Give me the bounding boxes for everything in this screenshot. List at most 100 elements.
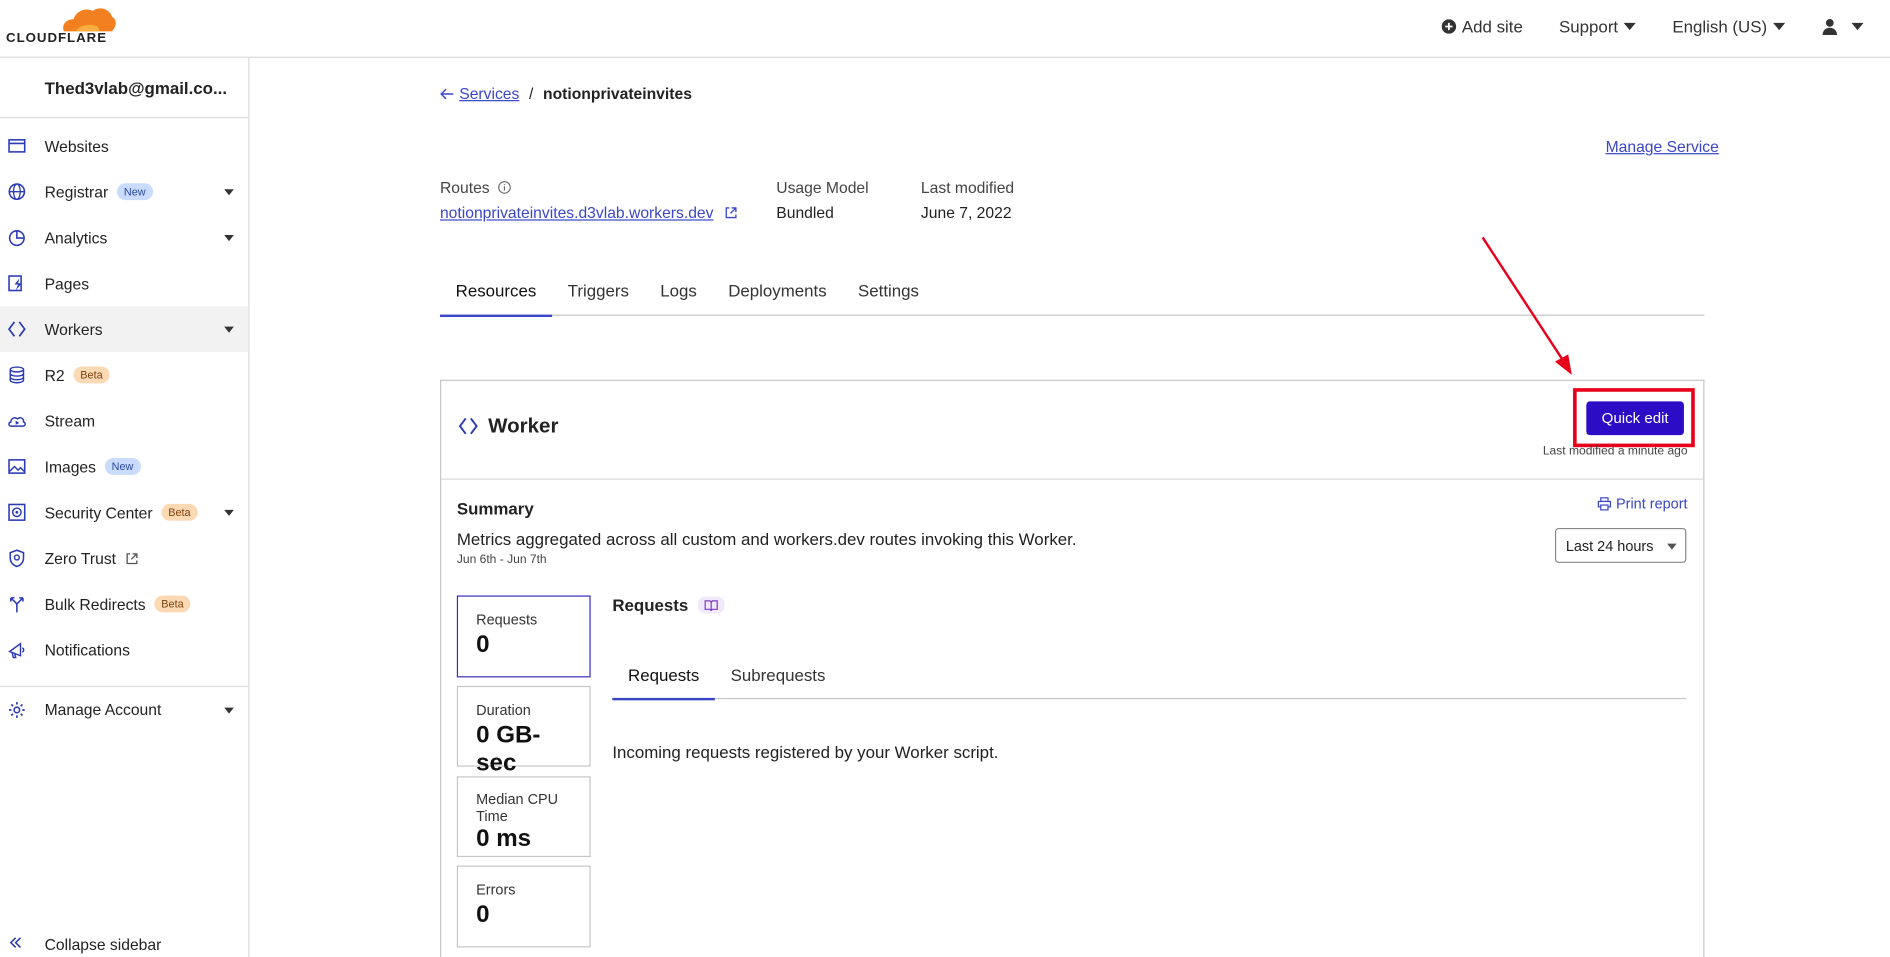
route-link[interactable]: notionprivateinvites.d3vlab.workers.dev [440, 204, 714, 222]
sidebar-item-workers[interactable]: Workers [0, 306, 249, 352]
sidebar-item-label: Bulk Redirects [44, 594, 146, 613]
usage-model-value: Bundled [776, 203, 834, 222]
breadcrumb-separator: / [529, 84, 534, 103]
account-name[interactable]: Thed3vlab@gmail.co... [0, 58, 249, 119]
tab-subrequests[interactable]: Subrequests [715, 658, 841, 699]
time-period-value: Last 24 hours [1565, 537, 1654, 555]
cloudflare-logo[interactable]: CLOUDFLARE [6, 5, 116, 46]
chevron-down-icon [1667, 543, 1677, 550]
expand-caret-icon[interactable] [224, 189, 234, 196]
user-menu[interactable] [1821, 18, 1864, 35]
stream-cloud-icon [8, 417, 26, 427]
double-chevron-left-icon [9, 937, 22, 948]
worker-last-modified: Last modified a minute ago [1542, 444, 1688, 459]
metric-label: Errors [476, 881, 516, 899]
language-menu[interactable]: English (US) [1672, 16, 1786, 37]
tab-triggers[interactable]: Triggers [552, 275, 645, 316]
sidebar-item-label: Notifications [44, 640, 130, 659]
usage-model-label: Usage Model [776, 178, 869, 197]
breadcrumb: Services / notionprivateinvites [440, 84, 692, 102]
metric-duration-card[interactable]: Duration 0 GB-sec [456, 685, 591, 776]
browser-window-icon [8, 139, 26, 153]
sidebar-item-label: Stream [44, 411, 96, 430]
sidebar: Thed3vlab@gmail.co... Websites Registrar… [0, 57, 250, 957]
zero-trust-shield-icon [9, 549, 25, 568]
time-period-select[interactable]: Last 24 hours [1554, 527, 1687, 563]
service-tabs: Resources Triggers Logs Deployments Sett… [439, 275, 1705, 318]
external-link-icon [126, 552, 138, 564]
arrow-left-icon [440, 88, 454, 99]
expand-caret-icon[interactable] [224, 509, 234, 516]
sidebar-item-registrar[interactable]: Registrar New [0, 169, 248, 215]
sidebar-item-label: Security Center [44, 503, 153, 522]
sidebar-item-zero-trust[interactable]: Zero Trust [0, 535, 248, 581]
sidebar-item-label: Websites [44, 136, 109, 155]
beta-badge: Beta [161, 503, 198, 521]
pages-bolt-icon [8, 275, 22, 292]
sidebar-item-analytics[interactable]: Analytics [0, 215, 248, 261]
sidebar-item-stream[interactable]: Stream [0, 398, 248, 444]
routes-label-text: Routes [439, 178, 490, 197]
requests-subtabs: Requests Subrequests [612, 658, 1687, 701]
quick-edit-button[interactable]: Quick edit [1586, 401, 1684, 436]
metric-value: 0 [476, 631, 490, 659]
sidebar-item-label: Workers [44, 320, 103, 339]
metric-label: Requests [476, 611, 538, 629]
requests-panel-title: Requests [612, 595, 689, 615]
gear-icon [9, 702, 25, 718]
expand-caret-icon[interactable] [224, 235, 234, 242]
sidebar-item-label: Images [44, 457, 96, 476]
sidebar-nav: Websites Registrar New Analytics Pages W… [0, 123, 249, 732]
metric-value: 0 ms [476, 825, 532, 853]
metric-errors-card[interactable]: Errors 0 [456, 865, 591, 948]
external-link-icon[interactable] [724, 206, 737, 219]
sidebar-item-pages[interactable]: Pages [0, 260, 248, 306]
sidebar-item-websites[interactable]: Websites [0, 123, 248, 169]
tab-deployments[interactable]: Deployments [713, 275, 843, 316]
tab-logs[interactable]: Logs [645, 275, 713, 316]
manage-service-link[interactable]: Manage Service [1606, 137, 1719, 155]
metric-value: 0 GB-sec [476, 722, 541, 777]
tab-resources[interactable]: Resources [439, 275, 552, 318]
metric-cpu-time-card[interactable]: Median CPU Time 0 ms [456, 776, 591, 858]
expand-caret-icon[interactable] [224, 326, 234, 333]
globe-icon [8, 183, 26, 201]
collapse-sidebar-button[interactable]: Collapse sidebar [0, 929, 248, 957]
support-label: Support [1559, 16, 1619, 37]
sidebar-item-label: R2 [44, 365, 65, 384]
image-icon [8, 459, 26, 474]
cloudflare-cloud-icon [63, 8, 116, 32]
routes-block: Routes notionprivateinvites.d3vlab.worke… [440, 175, 737, 226]
add-site-button[interactable]: Add site [1441, 17, 1523, 36]
language-label: English (US) [1672, 16, 1768, 37]
print-report-label: Print report [1616, 495, 1688, 513]
logo-text: CLOUDFLARE [6, 31, 108, 46]
sidebar-item-notifications[interactable]: Notifications [0, 627, 248, 673]
tab-settings[interactable]: Settings [842, 275, 934, 316]
new-badge: New [116, 183, 153, 201]
workers-icon [7, 321, 26, 337]
metric-label: Median CPU Time [476, 790, 559, 825]
metric-requests-card[interactable]: Requests 0 [456, 595, 591, 678]
expand-caret-icon[interactable] [224, 707, 234, 714]
chevron-down-icon [1773, 22, 1786, 31]
sidebar-item-r2[interactable]: R2 Beta [0, 352, 248, 398]
tab-requests[interactable]: Requests [612, 658, 715, 701]
main-content: Services / notionprivateinvites Manage S… [250, 58, 1890, 957]
pie-chart-icon [8, 230, 25, 247]
user-icon [1822, 19, 1838, 35]
redirect-fork-icon [10, 597, 24, 613]
sidebar-item-security-center[interactable]: Security Center Beta [0, 489, 248, 535]
new-badge: New [104, 458, 141, 475]
sidebar-item-label: Pages [44, 274, 90, 293]
print-report-link[interactable]: Print report [1597, 495, 1688, 512]
sidebar-item-bulk-redirects[interactable]: Bulk Redirects Beta [0, 581, 248, 627]
workers-icon [458, 417, 478, 435]
sidebar-item-manage-account[interactable]: Manage Account [0, 685, 249, 732]
worker-card-header: Worker Quick edit Last modified a minute… [441, 381, 1704, 480]
info-icon[interactable] [497, 181, 511, 194]
docs-book-icon[interactable] [697, 596, 725, 614]
sidebar-item-images[interactable]: Images New [0, 444, 248, 490]
support-menu[interactable]: Support [1559, 16, 1637, 37]
breadcrumb-services-link[interactable]: Services [459, 84, 519, 102]
